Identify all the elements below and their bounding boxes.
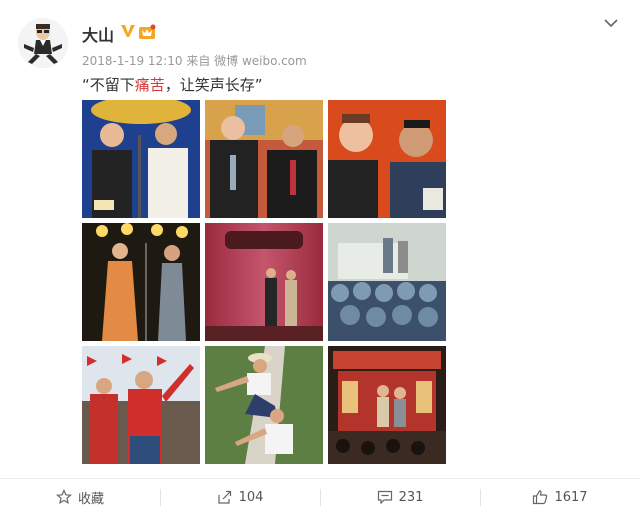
- share-button[interactable]: 104: [160, 479, 320, 515]
- star-icon: [56, 489, 72, 505]
- share-count: 104: [238, 489, 264, 505]
- photo-thumbnail[interactable]: [328, 223, 446, 341]
- post-text: “不留下痛苦，让笑声长存”: [82, 74, 263, 95]
- like-button[interactable]: 1617: [480, 479, 640, 515]
- photo-thumbnail[interactable]: [82, 100, 200, 218]
- comment-button[interactable]: 231: [320, 479, 480, 515]
- photo-grid: [82, 100, 446, 464]
- post-text-highlight: 痛苦: [134, 76, 165, 94]
- photo-thumbnail[interactable]: [205, 223, 323, 341]
- source-prefix: 来自: [186, 54, 211, 68]
- photo-thumbnail[interactable]: [328, 100, 446, 218]
- author-avatar[interactable]: [18, 18, 68, 68]
- photo-thumbnail[interactable]: [82, 346, 200, 464]
- post-timestamp[interactable]: 2018-1-19 12:10: [82, 54, 183, 68]
- like-count: 1617: [554, 489, 588, 505]
- action-bar: 收藏 104 231 1617: [0, 478, 640, 515]
- vip-badge-icon[interactable]: [138, 24, 156, 40]
- favorite-button[interactable]: 收藏: [0, 479, 160, 515]
- chevron-down-icon[interactable]: [602, 14, 620, 32]
- photo-thumbnail[interactable]: [328, 346, 446, 464]
- post-text-open: “不留下: [82, 76, 135, 94]
- comment-icon: [377, 490, 392, 505]
- verified-v-icon: [120, 23, 136, 43]
- post-source[interactable]: 微博 weibo.com: [214, 54, 307, 68]
- favorite-label: 收藏: [77, 491, 104, 507]
- weibo-post-card: 大山 2018-1-19 12:10 来自 微博 weibo.com “不留下痛…: [0, 0, 640, 515]
- post-text-close: ，让笑声长存”: [164, 76, 263, 94]
- photo-thumbnail[interactable]: [82, 223, 200, 341]
- share-icon: [217, 490, 231, 504]
- photo-thumbnail[interactable]: [205, 346, 323, 464]
- comment-count: 231: [398, 489, 424, 505]
- thumbs-up-icon: [533, 490, 548, 505]
- author-name[interactable]: 大山: [82, 22, 114, 46]
- photo-thumbnail[interactable]: [205, 100, 323, 218]
- post-meta: 2018-1-19 12:10 来自 微博 weibo.com: [82, 52, 307, 69]
